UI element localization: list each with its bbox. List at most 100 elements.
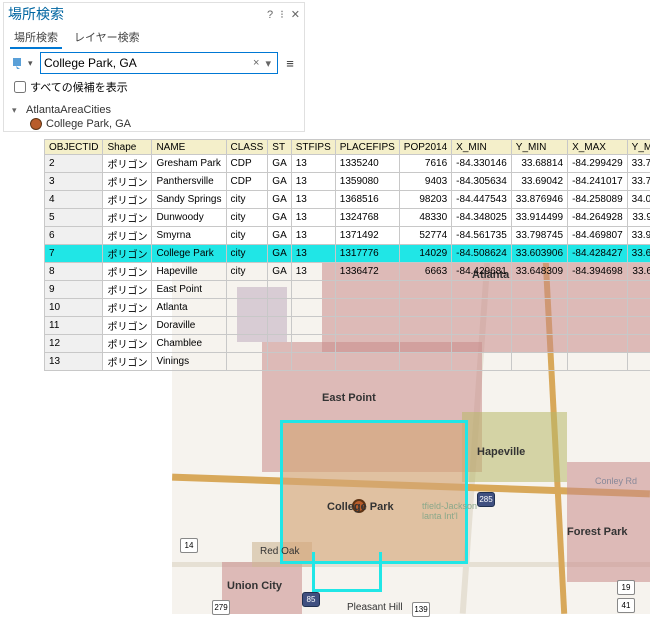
table-cell[interactable] (627, 317, 650, 335)
table-cell[interactable]: 1336472 (335, 263, 399, 281)
table-cell[interactable]: 14029 (399, 245, 451, 263)
locator-dropdown-icon[interactable]: ▾ (28, 55, 36, 71)
table-cell[interactable] (568, 317, 628, 335)
col-ymin[interactable]: Y_MIN (511, 140, 567, 155)
table-cell[interactable]: 33.716479 (627, 173, 650, 191)
tab-layer-search[interactable]: レイヤー検索 (70, 27, 144, 49)
table-cell[interactable]: 1359080 (335, 173, 399, 191)
col-objectid[interactable]: OBJECTID (45, 140, 103, 155)
table-cell[interactable]: Gresham Park (152, 155, 226, 173)
table-cell[interactable]: 13 (291, 209, 335, 227)
table-row[interactable]: 2ポリゴンGresham ParkCDPGA1313352407616-84.3… (45, 155, 650, 173)
table-cell[interactable]: 33.68814 (511, 155, 567, 173)
table-cell[interactable]: CDP (226, 155, 268, 173)
table-cell[interactable]: ポリゴン (103, 173, 152, 191)
table-cell[interactable]: ポリゴン (103, 299, 152, 317)
table-cell[interactable]: 10 (45, 299, 103, 317)
table-cell[interactable] (268, 353, 291, 371)
table-cell[interactable]: -84.428427 (568, 245, 628, 263)
search-dropdown-icon[interactable]: ▾ (262, 57, 274, 70)
table-cell[interactable] (627, 299, 650, 317)
table-cell[interactable]: Chamblee (152, 335, 226, 353)
table-cell[interactable] (399, 281, 451, 299)
table-cell[interactable]: 6663 (399, 263, 451, 281)
table-cell[interactable] (452, 335, 512, 353)
table-cell[interactable] (226, 299, 268, 317)
table-row[interactable]: 3ポリゴンPanthersvilleCDPGA1313590809403-84.… (45, 173, 650, 191)
table-cell[interactable]: -84.241017 (568, 173, 628, 191)
table-row[interactable]: 8ポリゴンHapevillecityGA1313364726663-84.429… (45, 263, 650, 281)
table-cell[interactable]: 1371492 (335, 227, 399, 245)
help-icon[interactable]: ? (267, 9, 273, 21)
table-cell[interactable]: 33.648309 (511, 263, 567, 281)
table-cell[interactable]: 33.798745 (511, 227, 567, 245)
table-cell[interactable]: ポリゴン (103, 155, 152, 173)
col-pop2014[interactable]: POP2014 (399, 140, 451, 155)
table-cell[interactable] (627, 335, 650, 353)
table-cell[interactable] (226, 317, 268, 335)
table-cell[interactable] (627, 281, 650, 299)
show-all-checkbox[interactable] (14, 81, 26, 93)
table-cell[interactable]: 33.69042 (511, 173, 567, 191)
result-item[interactable]: College Park, GA (12, 117, 296, 131)
table-cell[interactable] (291, 335, 335, 353)
table-cell[interactable] (568, 353, 628, 371)
table-cell[interactable]: Doraville (152, 317, 226, 335)
table-cell[interactable]: 33.669469 (627, 245, 650, 263)
table-cell[interactable]: -84.508624 (452, 245, 512, 263)
menu-icon[interactable]: ≡ (282, 56, 298, 71)
table-cell[interactable]: 7 (45, 245, 103, 263)
table-cell[interactable]: 5 (45, 209, 103, 227)
table-cell[interactable] (268, 299, 291, 317)
table-cell[interactable]: 7616 (399, 155, 451, 173)
table-cell[interactable] (511, 317, 567, 335)
table-cell[interactable]: city (226, 191, 268, 209)
table-cell[interactable]: 33.724509 (627, 155, 650, 173)
table-cell[interactable]: College Park (152, 245, 226, 263)
table-cell[interactable]: -84.330146 (452, 155, 512, 173)
table-cell[interactable] (335, 335, 399, 353)
table-cell[interactable]: 3 (45, 173, 103, 191)
table-cell[interactable] (452, 353, 512, 371)
table-cell[interactable]: 13 (291, 263, 335, 281)
table-cell[interactable]: 1335240 (335, 155, 399, 173)
table-cell[interactable] (511, 281, 567, 299)
table-cell[interactable]: GA (268, 263, 291, 281)
table-cell[interactable]: 33.904033 (627, 227, 650, 245)
table-cell[interactable]: Dunwoody (152, 209, 226, 227)
table-cell[interactable]: GA (268, 209, 291, 227)
table-cell[interactable]: 33.876946 (511, 191, 567, 209)
table-row[interactable]: 7ポリゴンCollege ParkcityGA13131777614029-84… (45, 245, 650, 263)
table-cell[interactable]: -84.264928 (568, 209, 628, 227)
table-cell[interactable]: 9403 (399, 173, 451, 191)
table-cell[interactable]: city (226, 263, 268, 281)
table-cell[interactable] (335, 353, 399, 371)
table-cell[interactable]: Vinings (152, 353, 226, 371)
table-cell[interactable] (399, 317, 451, 335)
table-cell[interactable] (452, 317, 512, 335)
table-cell[interactable]: Panthersville (152, 173, 226, 191)
table-cell[interactable]: -84.561735 (452, 227, 512, 245)
search-input[interactable] (44, 54, 250, 72)
table-cell[interactable]: ポリゴン (103, 245, 152, 263)
table-cell[interactable]: ポリゴン (103, 191, 152, 209)
table-row[interactable]: 12ポリゴンChamblee (45, 335, 650, 353)
table-cell[interactable]: 13 (45, 353, 103, 371)
table-cell[interactable] (399, 335, 451, 353)
table-cell[interactable]: ポリゴン (103, 227, 152, 245)
table-cell[interactable]: -84.305634 (452, 173, 512, 191)
table-cell[interactable]: 33.603906 (511, 245, 567, 263)
col-xmax[interactable]: X_MAX (568, 140, 628, 155)
table-cell[interactable]: ポリゴン (103, 263, 152, 281)
table-cell[interactable]: 6 (45, 227, 103, 245)
table-cell[interactable]: -84.299429 (568, 155, 628, 173)
table-cell[interactable]: GA (268, 227, 291, 245)
table-cell[interactable]: -84.429681 (452, 263, 512, 281)
col-name[interactable]: NAME (152, 140, 226, 155)
col-shape[interactable]: Shape (103, 140, 152, 155)
table-cell[interactable]: 52774 (399, 227, 451, 245)
table-cell[interactable]: 33.673117 (627, 263, 650, 281)
table-cell[interactable]: GA (268, 173, 291, 191)
clear-search-icon[interactable]: × (250, 57, 262, 69)
table-cell[interactable]: 98203 (399, 191, 451, 209)
